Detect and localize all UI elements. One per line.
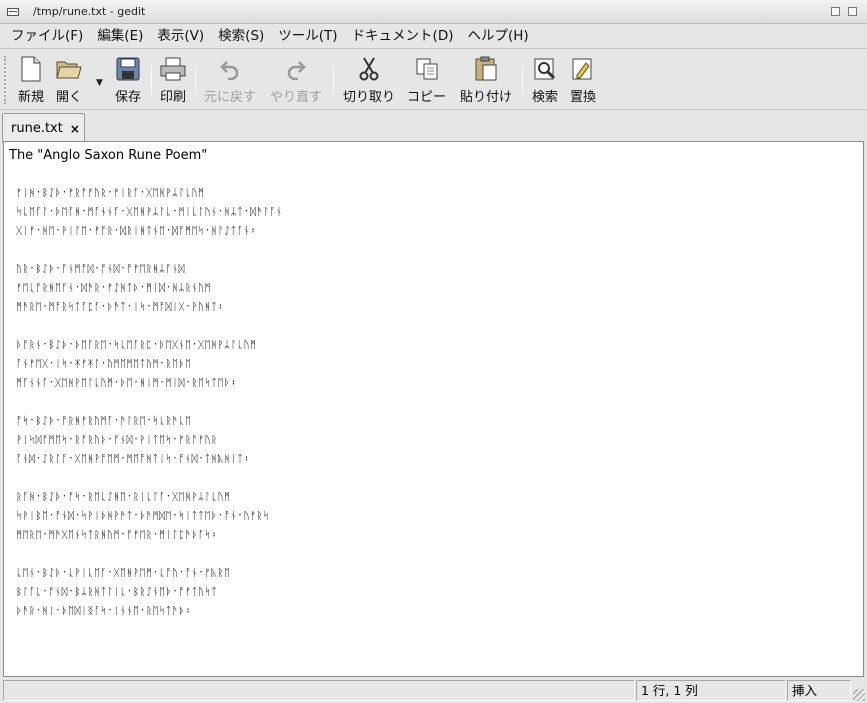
text-line[interactable]: ᚱᚪᚻ᛫ᛒᛇᚦ᛫ᚩᛋ᛫ᚱᛖᚳᛇᚻᛖ᛫ᚱᛁᚳᛚᚪ᛫ᚷᛖᚻᚹᛦᛚᚳᚢᛗ	[9, 488, 861, 507]
text-line[interactable]: ᚪᚾᛞ᛫ᛇᚱᛚᚪ᛫ᚷᛖᚻᚹᚩᛖᛗ᛫ᛗᛖᚩᚻᛏᛁᛋ᛫ᚩᚾᛞ᛫ᛏᚻᚣᚻᛁᛏ᛬	[9, 450, 861, 469]
insert-mode: 挿入	[787, 680, 851, 701]
toolbar-separator	[522, 66, 523, 94]
toolbar: 新規 開く ▼ 保存 印刷 元に戻す やり直す 切り取り コピー 貼り付け 検索…	[0, 50, 867, 110]
text-line[interactable]: ᚢᚱ᛫ᛒᛇᚦ᛫ᚪᚾᛗᚩᛞ᛫ᚩᚾᛞ᛫ᚩᚠᛖᚱᚻᛦᚪᚾᛞ	[9, 260, 861, 279]
text-line[interactable]: ᛗᚫᚱᛖ᛫ᛗᚩᚱᛋᛏᚪᛈᚪ᛫ᚦᚫᛏ᛫ᛁᛋ᛫ᛗᚩᛞᛁᚷ᛫ᚹᚢᚻᛏ᛬	[9, 298, 861, 317]
text-line[interactable]	[9, 165, 861, 184]
find-button[interactable]: 検索	[532, 56, 558, 106]
text-line[interactable]: ᚦᚫᚱ᛫ᚻᛁ᛫ᚦᛖᛞᛁᛝᚪᛋ᛫ᛁᚾᚾᛖ᛫ᚱᛖᛋᛏᚫᚦ᛬	[9, 602, 861, 621]
paste-button-label: 貼り付け	[460, 90, 513, 105]
menu-edit[interactable]: 編集(E)	[90, 24, 150, 49]
printer-icon	[160, 56, 186, 82]
statusbar: 1 行, 1 列 挿入	[0, 678, 867, 703]
open-button[interactable]: 開く	[56, 56, 82, 106]
menu-file[interactable]: ファイル(F)	[4, 24, 90, 49]
text-line[interactable]: The "Anglo Saxon Rune Poem"	[9, 146, 861, 165]
paste-icon	[473, 56, 499, 82]
cut-button[interactable]: 切り取り	[343, 56, 395, 106]
text-line[interactable]: ᛗᛖᚱᛖ᛫ᛗᚫᚷᛖᚾᛋᛏᚱᚻᚢᛗ᛫ᚩᚠᛖᚱ᛫ᛗᛁᛚᛈᚫᚦᚪᛋ᛬	[9, 526, 861, 545]
menu-documents[interactable]: ドキュメント(D)	[345, 24, 461, 49]
menu-view[interactable]: 表示(V)	[150, 24, 211, 49]
cursor-position: 1 行, 1 列	[636, 680, 786, 701]
scissors-icon	[356, 56, 382, 82]
copy-icon	[414, 56, 440, 82]
text-line[interactable]	[9, 317, 861, 336]
open-recent-dropdown-icon[interactable]: ▼	[96, 78, 103, 88]
redo-button[interactable]: やり直す	[270, 56, 322, 106]
toolbar-grip[interactable]	[4, 56, 10, 104]
minimize-icon[interactable]	[831, 7, 840, 16]
toolbar-separator	[195, 66, 196, 94]
title-bar: /tmp/rune.txt - gedit	[0, 0, 867, 24]
redo-icon	[283, 56, 309, 82]
menu-help[interactable]: ヘルプ(H)	[461, 24, 536, 49]
folder-open-icon	[56, 56, 82, 82]
print-button[interactable]: 印刷	[160, 56, 186, 106]
replace-button[interactable]: 置換	[570, 56, 596, 106]
save-button-label: 保存	[115, 90, 142, 105]
editor-content[interactable]: The "Anglo Saxon Rune Poem" ᚠᛁᚻ᛫ᛒᛇᚦ᛫ᚠᚱᚩᚠᚢ…	[9, 146, 861, 674]
redo-button-label: やり直す	[270, 90, 323, 105]
toolbar-separator	[333, 66, 334, 94]
save-icon	[115, 56, 141, 82]
tab-label: rune.txt	[11, 121, 63, 136]
text-line[interactable]: ᚦᚩᚱᚾ᛫ᛒᛇᚦ᛫ᚦᛖᚪᚱᛖ᛫ᛋᚳᛖᚪᚱᛈ᛫ᚦᛖᚷᚾᛖ᛫ᚷᛖᚻᚹᛦᛚᚳᚢᛗ	[9, 336, 861, 355]
replace-icon	[570, 56, 596, 82]
copy-button-label: コピー	[407, 90, 447, 105]
print-button-label: 印刷	[160, 90, 187, 105]
text-line[interactable]: ᛗᚪᚾᚾᚪ᛫ᚷᛖᚻᚹᛖᛚᚳᚢᛗ᛫ᚦᛖ᛫ᚻᛁᛗ᛫ᛗᛁᛞ᛫ᚱᛖᛋᛏᛖᚦ᛬	[9, 374, 861, 393]
new-button-label: 新規	[18, 90, 45, 105]
menu-search[interactable]: 検索(S)	[211, 24, 271, 49]
text-line[interactable]: ᚠᛖᚳᚩᚱᚻᛖᚪᚾ᛫ᛞᚫᚱ᛫ᚠᛇᚻᛏᚦ᛫ᛗᛁᛞ᛫ᚻᛦᚱᚾᚢᛗ	[9, 279, 861, 298]
text-line[interactable]: ᛋᚳᛖᚪᛚ᛫ᚦᛖᚪᚻ᛫ᛗᚪᚾᚾᚪ᛫ᚷᛖᚻᚹᛦᛚᚳ᛫ᛗᛁᚳᛚᚢᚾ᛫ᚻᛦᛏ᛫ᛞᚫᛚᚪ…	[9, 203, 861, 222]
text-line[interactable]	[9, 469, 861, 488]
text-line[interactable]: ᚪᚾᚠᛖᚷ᛫ᛁᛋ᛫ᛡᚠᛡᛚ᛫ᚢᛗᛖᛗᛖᛏᚢᛗ᛫ᚱᛖᚦᛖ	[9, 355, 861, 374]
new-document-icon	[18, 56, 44, 82]
menubar: ファイル(F) 編集(E) 表示(V) 検索(S) ツール(T) ドキュメント(…	[0, 24, 867, 49]
copy-button[interactable]: コピー	[407, 56, 446, 106]
find-button-label: 検索	[532, 90, 559, 105]
cut-button-label: 切り取り	[343, 90, 396, 105]
text-line[interactable]: ᚳᛖᚾ᛫ᛒᛇᚦ᛫ᚳᚹᛁᚳᛖᚪ᛫ᚷᛖᚻᚹᛖᛗ᛫ᚳᚩᚢ᛫ᚩᚾ᛫ᚠᚣᚱᛖ	[9, 564, 861, 583]
undo-button-label: 元に戻す	[204, 90, 257, 105]
text-line[interactable]: ᚠᛁᚻ᛫ᛒᛇᚦ᛫ᚠᚱᚩᚠᚢᚱ᛫ᚠᛁᚱᚪ᛫ᚷᛖᚻᚹᛦᛚᚳᚢᛗ	[9, 184, 861, 203]
undo-icon	[217, 56, 243, 82]
window-menu-icon[interactable]	[7, 7, 19, 16]
text-line[interactable]: ᚹᛁᛋᛞᚩᛗᛖᛋ᛫ᚱᚩᚱᚢᚦ᛫ᚩᚾᛞ᛫ᚹᛁᛏᛖᛋ᛫ᚠᚱᚩᚠᚢᚱ	[9, 431, 861, 450]
text-line[interactable]: ᛒᛚᚪᚳ᛫ᚩᚾᛞ᛫ᛒᛦᚱᚻᛏᛚᛁᚳ᛫ᛒᚱᛇᚾᛖᚦ᛫ᚩᚠᛏᚢᛋᛏ	[9, 583, 861, 602]
toolbar-separator	[151, 66, 152, 94]
text-line[interactable]: ᚷᛁᚠ᛫ᚻᛖ᛫ᚹᛁᛚᛖ᛫ᚠᚩᚱ᛫ᛞᚱᛁᚻᛏᚾᛖ᛫ᛞᚩᛗᛖᛋ᛫ᚻᛚᛇᛏᚪᚾ᛬	[9, 222, 861, 241]
window-title: /tmp/rune.txt - gedit	[33, 5, 146, 18]
text-line[interactable]	[9, 393, 861, 412]
tab-rune-txt[interactable]: rune.txt ×	[2, 113, 85, 143]
maximize-icon[interactable]	[848, 7, 857, 16]
undo-button[interactable]: 元に戻す	[204, 56, 256, 106]
document-tabs: rune.txt ×	[0, 111, 867, 143]
menu-tools[interactable]: ツール(T)	[271, 24, 344, 49]
status-message	[3, 680, 635, 701]
text-line[interactable]: ᚩᛋ᛫ᛒᛇᚦ᛫ᚩᚱᚻᚠᚱᚢᛗᚪ᛫ᚫᛚᚱᛖ᛫ᛋᚳᚱᚫᚳᛖ	[9, 412, 861, 431]
open-button-label: 開く	[56, 90, 83, 105]
paste-button[interactable]: 貼り付け	[460, 56, 512, 106]
replace-button-label: 置換	[570, 90, 597, 105]
resize-grip[interactable]	[853, 689, 865, 701]
find-icon	[532, 56, 558, 82]
save-button[interactable]: 保存	[115, 56, 141, 106]
text-editor[interactable]: The "Anglo Saxon Rune Poem" ᚠᛁᚻ᛫ᛒᛇᚦ᛫ᚠᚱᚩᚠᚢ…	[3, 141, 864, 677]
close-tab-icon[interactable]: ×	[70, 122, 80, 136]
text-line[interactable]	[9, 545, 861, 564]
text-line[interactable]	[9, 241, 861, 260]
new-button[interactable]: 新規	[18, 56, 44, 106]
text-line[interactable]: ᛋᚹᛁᛒᛖ᛫ᚩᚾᛞ᛫ᛋᚹᛁᚦᚻᚹᚫᛏ᛫ᚦᚫᛗᛞᛖ᛫ᛋᛁᛏᛏᛖᚦ᛫ᚩᚾ᛫ᚢᚠᚱᛋ	[9, 507, 861, 526]
